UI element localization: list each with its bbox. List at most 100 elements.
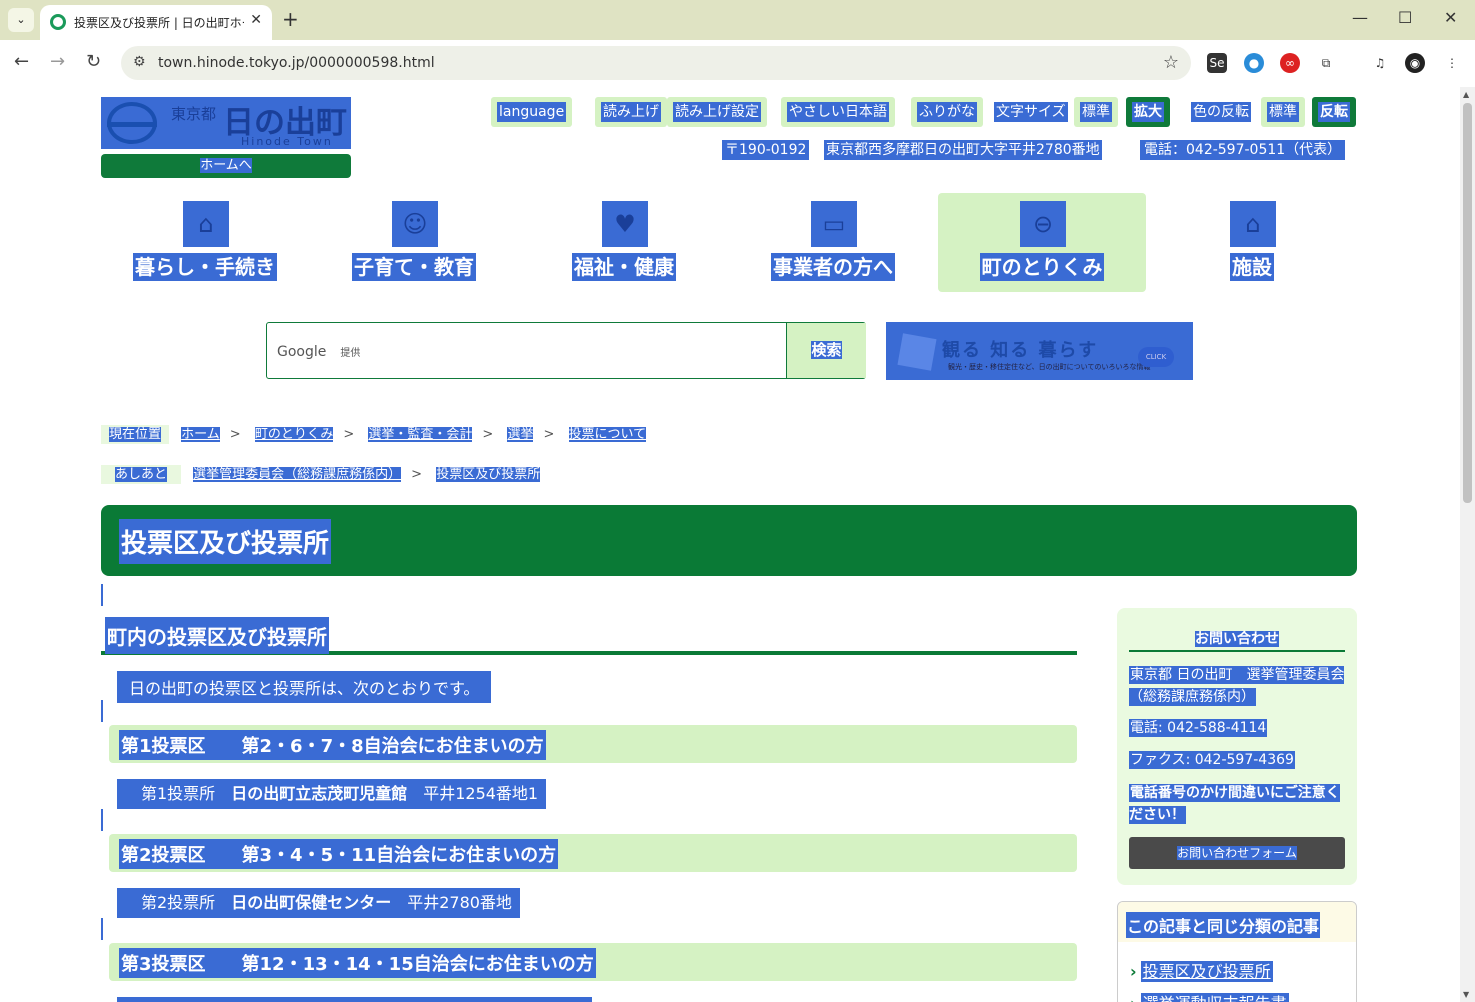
related-link[interactable]: ›選挙運動収支報告書 <box>1130 990 1289 1002</box>
font-size-label: 文字サイズ <box>994 102 1068 122</box>
section-heading: 町内の投票区及び投票所 <box>105 617 329 654</box>
district-heading-bar: 第3投票区 第12・13・14・15自治会にお住まいの方 <box>109 943 1077 981</box>
breadcrumb-link[interactable]: 投票について <box>568 427 647 442</box>
close-tab-icon[interactable]: ✕ <box>250 12 262 28</box>
url-text[interactable]: town.hinode.tokyo.jp/0000000598.html <box>158 55 435 71</box>
color-standard-button[interactable]: 標準 <box>1261 97 1305 127</box>
logo-prefecture: 東京都 <box>171 105 217 123</box>
bookmark-star-icon[interactable]: ☆ <box>1163 52 1179 73</box>
breadcrumb-link[interactable]: 選挙・監査・会計 <box>368 427 473 442</box>
gnav-welfare[interactable]: ♥ 福祉・健康 <box>520 193 728 292</box>
district-heading-bar: 第2投票区 第3・4・5・11自治会にお住まいの方 <box>109 834 1077 872</box>
profile-avatar-icon[interactable]: ◉ <box>1405 53 1425 73</box>
easy-japanese-button[interactable]: やさしい日本語 <box>781 97 895 127</box>
contact-tel: 電話: 042-588-4114 <box>1129 719 1268 737</box>
town-emblem-icon: ⊖ <box>1020 201 1066 247</box>
scrollbar-thumb[interactable] <box>1463 103 1472 503</box>
district-heading: 第1投票区 第2・6・7・8自治会にお住まいの方 <box>119 730 546 760</box>
gnav-label: 町のとりくみ <box>979 253 1105 281</box>
language-button[interactable]: language <box>491 97 573 127</box>
forward-icon[interactable]: → <box>50 51 65 72</box>
contact-note: 電話番号のかけ間違いにご注意ください！ <box>1129 784 1340 824</box>
postal-code: 〒190-0192 <box>722 140 810 160</box>
selection-marker <box>101 809 103 831</box>
maximize-icon[interactable]: ☐ <box>1398 8 1412 27</box>
reload-icon[interactable]: ↻ <box>86 51 101 72</box>
address-bar[interactable]: ⚙ town.hinode.tokyo.jp/0000000598.html ☆ <box>121 46 1191 80</box>
polling-place: 第2投票所 日の出町保健センター 平井2780番地 <box>117 888 520 918</box>
breadcrumb-link[interactable]: 町のとりくみ <box>254 427 334 442</box>
gnav-childcare[interactable]: ☺ 子育て・教育 <box>310 193 518 292</box>
footprint-link[interactable]: 選挙管理委員会（総務課庶務係内） <box>193 467 402 482</box>
related-link[interactable]: › 投票区及び投票所 <box>1130 958 1273 982</box>
browser-chrome: ⌄ 投票区及び投票所 | 日の出町ホー ✕ + — ☐ ✕ ← → ↻ ⚙ to… <box>0 0 1475 86</box>
chevron-right-icon: > <box>343 427 355 442</box>
gnav-town-initiatives[interactable]: ⊖ 町のとりくみ <box>938 193 1146 292</box>
browser-menu-icon[interactable]: ⋮ <box>1442 53 1462 73</box>
font-large-button[interactable]: 拡大 <box>1126 97 1170 127</box>
gnav-label: 施設 <box>1230 253 1274 281</box>
town-emblem-icon <box>107 102 157 144</box>
search-input[interactable]: Google 提供 <box>277 341 360 361</box>
color-reverse-button[interactable]: 反転 <box>1312 97 1356 127</box>
breadcrumb-link[interactable]: ホーム <box>181 427 220 442</box>
new-tab-button[interactable]: + <box>282 7 299 31</box>
browser-tab[interactable]: 投票区及び投票所 | 日の出町ホー ✕ <box>40 5 272 40</box>
chevron-right-icon: > <box>411 467 423 482</box>
footprint-label: あしあと <box>115 467 168 482</box>
breadcrumb-link[interactable]: 選挙 <box>507 427 534 442</box>
site-search: Google 提供 検索 <box>266 322 866 379</box>
page-title-bar: 投票区及び投票所 <box>101 505 1357 576</box>
gnav-facilities[interactable]: ⌂ 施設 <box>1148 193 1356 292</box>
polling-place <box>117 997 592 1002</box>
font-standard-button[interactable]: 標準 <box>1074 97 1118 127</box>
web-page: 東京都 日の出町 Hinode Town ホームへ language 読み上げ … <box>0 87 1460 1002</box>
tab-title: 投票区及び投票所 | 日の出町ホー <box>74 16 244 30</box>
page-title: 投票区及び投票所 <box>119 519 332 564</box>
browser-toolbar: ← → ↻ ⚙ town.hinode.tokyo.jp/0000000598.… <box>0 40 1475 86</box>
contact-org: 東京都 日の出町 選挙管理委員会（総務課庶務係内） <box>1129 666 1345 706</box>
furigana-button[interactable]: ふりがな <box>911 97 983 127</box>
logo-english-name: Hinode Town <box>241 135 333 148</box>
media-control-icon[interactable]: ♫ <box>1370 53 1390 73</box>
minimize-icon[interactable]: — <box>1352 8 1368 27</box>
gnav-business[interactable]: ▭ 事業者の方へ <box>729 193 937 292</box>
child-face-icon: ☺ <box>392 201 438 247</box>
tourism-banner[interactable]: 観る 知る 暮らす 観光・歴史・移住定住など、日の出町についてのいろいろな情報 … <box>886 322 1193 380</box>
selection-marker <box>101 584 103 606</box>
site-info-icon[interactable]: ⚙ <box>133 54 146 70</box>
selection-marker <box>101 918 103 940</box>
heart-hand-icon: ♥ <box>602 201 648 247</box>
cube-logo-icon <box>897 333 937 371</box>
gnav-label: 事業者の方へ <box>771 253 895 281</box>
back-icon[interactable]: ← <box>14 51 29 72</box>
scroll-down-icon[interactable]: ▼ <box>1463 990 1469 999</box>
search-button[interactable]: 検索 <box>786 323 866 378</box>
banner-subtext: 観光・歴史・移住定住など、日の出町についてのいろいろな情報 <box>948 363 1151 371</box>
town-phone: 電話：042-597-0511（代表） <box>1140 140 1346 160</box>
read-settings-button[interactable]: 読み上げ設定 <box>667 97 767 127</box>
extension-red-icon[interactable]: ∞ <box>1280 53 1300 73</box>
contact-box: お問い合わせ 東京都 日の出町 選挙管理委員会（総務課庶務係内） 電話: 042… <box>1117 608 1357 885</box>
building-icon: ⌂ <box>1230 201 1276 247</box>
home-button[interactable]: ホームへ <box>101 154 351 178</box>
banner-click: CLICK <box>1138 347 1174 367</box>
briefcase-icon: ▭ <box>811 201 857 247</box>
district-heading-bar: 第1投票区 第2・6・7・8自治会にお住まいの方 <box>109 725 1077 763</box>
page-scrollbar[interactable]: ▲ ▼ <box>1460 87 1475 1002</box>
related-articles: この記事と同じ分類の記事 ›投票区及び投票所 ›選挙運動収支報告書 <box>1117 901 1357 1002</box>
read-aloud-button[interactable]: 読み上げ <box>595 97 667 127</box>
contact-heading: お問い合わせ <box>1195 631 1279 647</box>
scroll-up-icon[interactable]: ▲ <box>1463 90 1469 99</box>
color-invert-label: 色の反転 <box>1191 102 1251 122</box>
close-window-icon[interactable]: ✕ <box>1444 8 1457 27</box>
gnav-living[interactable]: ⌂ 暮らし・手続き <box>101 193 309 292</box>
related-heading: この記事と同じ分類の記事 <box>1126 912 1321 938</box>
site-logo[interactable]: 東京都 日の出町 Hinode Town <box>101 97 351 149</box>
tab-bar: ⌄ 投票区及び投票所 | 日の出町ホー ✕ + — ☐ ✕ <box>0 0 1475 40</box>
tab-search-button[interactable]: ⌄ <box>8 8 34 32</box>
extension-blue-icon[interactable]: ● <box>1244 53 1264 73</box>
contact-form-button[interactable]: お問い合わせフォーム <box>1129 837 1345 869</box>
extension-se-icon[interactable]: Se <box>1207 53 1227 73</box>
extensions-puzzle-icon[interactable]: ⧉ <box>1316 53 1336 73</box>
